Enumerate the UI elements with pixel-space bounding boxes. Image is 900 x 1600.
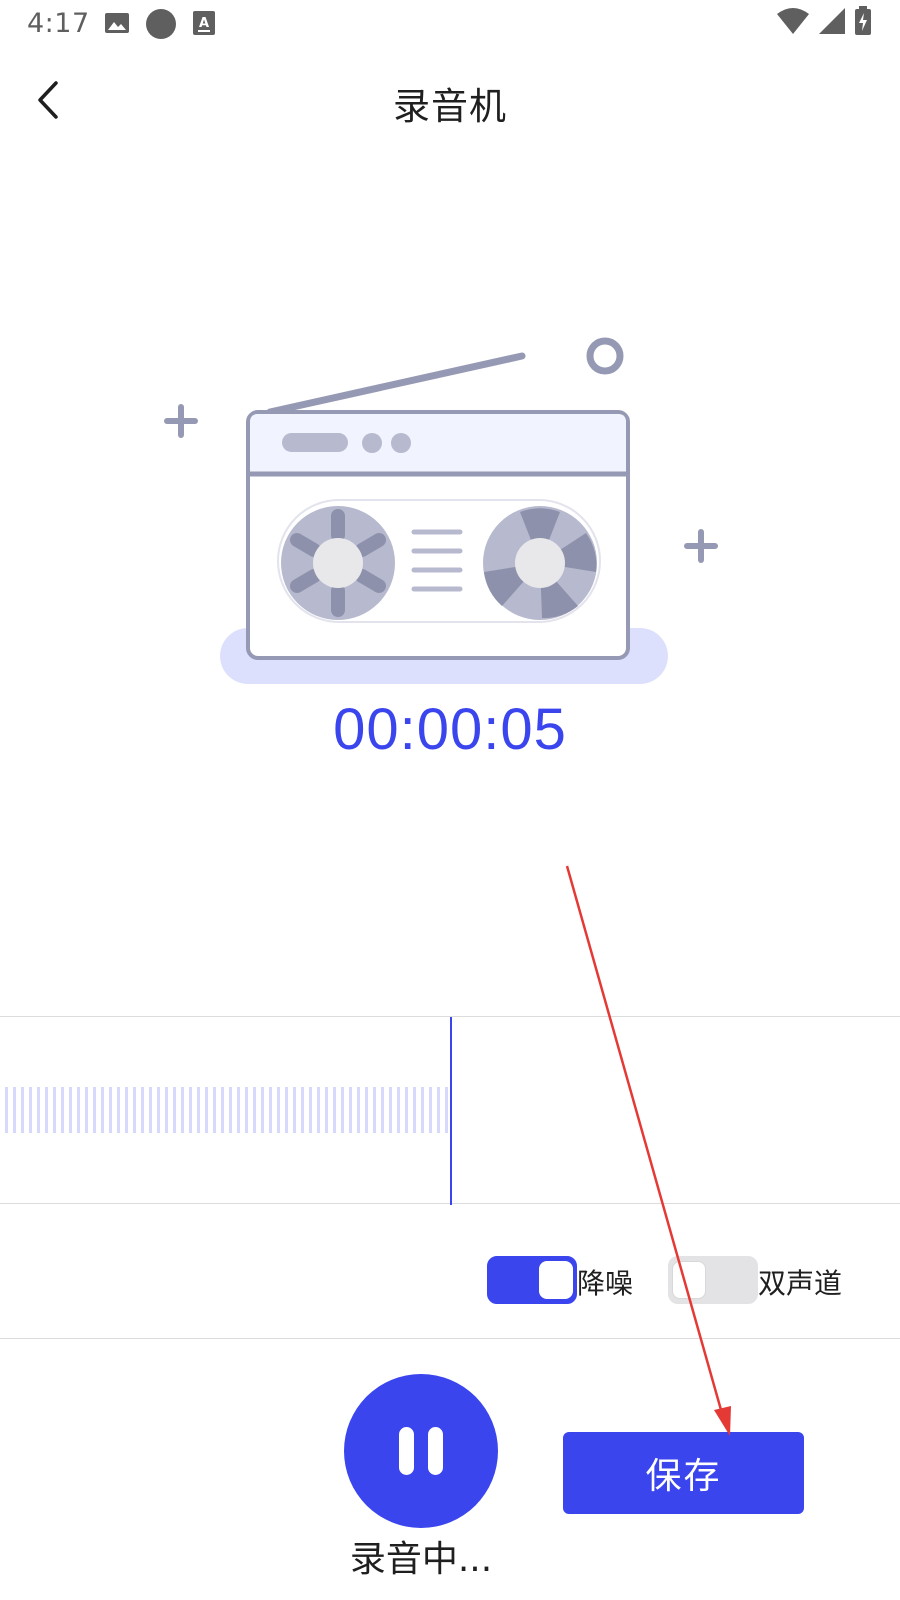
circle-icon bbox=[145, 8, 177, 44]
waveform-bars bbox=[5, 1087, 450, 1133]
annotation-arrow bbox=[565, 865, 731, 1436]
recording-options: 降噪 双声道 bbox=[0, 1204, 900, 1339]
battery-charging-icon bbox=[854, 6, 872, 40]
stereo-label: 双声道 bbox=[758, 1267, 843, 1300]
playhead bbox=[450, 1017, 452, 1205]
page-title: 录音机 bbox=[393, 85, 507, 128]
toggle-knob bbox=[672, 1261, 706, 1299]
save-button[interactable]: 保存 bbox=[563, 1432, 804, 1514]
elapsed-timer: 00:00:05 bbox=[333, 697, 567, 762]
pause-button[interactable] bbox=[344, 1374, 498, 1528]
text-notification-icon: A bbox=[192, 10, 216, 40]
status-bar: 4:17 A bbox=[0, 0, 900, 48]
wifi-icon bbox=[776, 7, 810, 39]
pause-bar-right bbox=[428, 1427, 443, 1475]
noise-reduction-toggle[interactable] bbox=[487, 1256, 577, 1304]
toggle-knob bbox=[539, 1261, 573, 1299]
image-icon bbox=[104, 10, 130, 40]
status-indicators bbox=[776, 6, 872, 40]
svg-text:A: A bbox=[199, 16, 209, 31]
pause-bar-left bbox=[399, 1427, 414, 1475]
status-time: 4:17 bbox=[27, 8, 90, 39]
signal-icon bbox=[818, 7, 846, 39]
recording-status-label: 录音中... bbox=[349, 1539, 493, 1580]
waveform-panel bbox=[0, 1016, 900, 1205]
cassette-radio-illustration bbox=[150, 310, 750, 700]
stereo-toggle[interactable] bbox=[668, 1256, 758, 1304]
noise-reduction-label: 降噪 bbox=[577, 1267, 634, 1300]
